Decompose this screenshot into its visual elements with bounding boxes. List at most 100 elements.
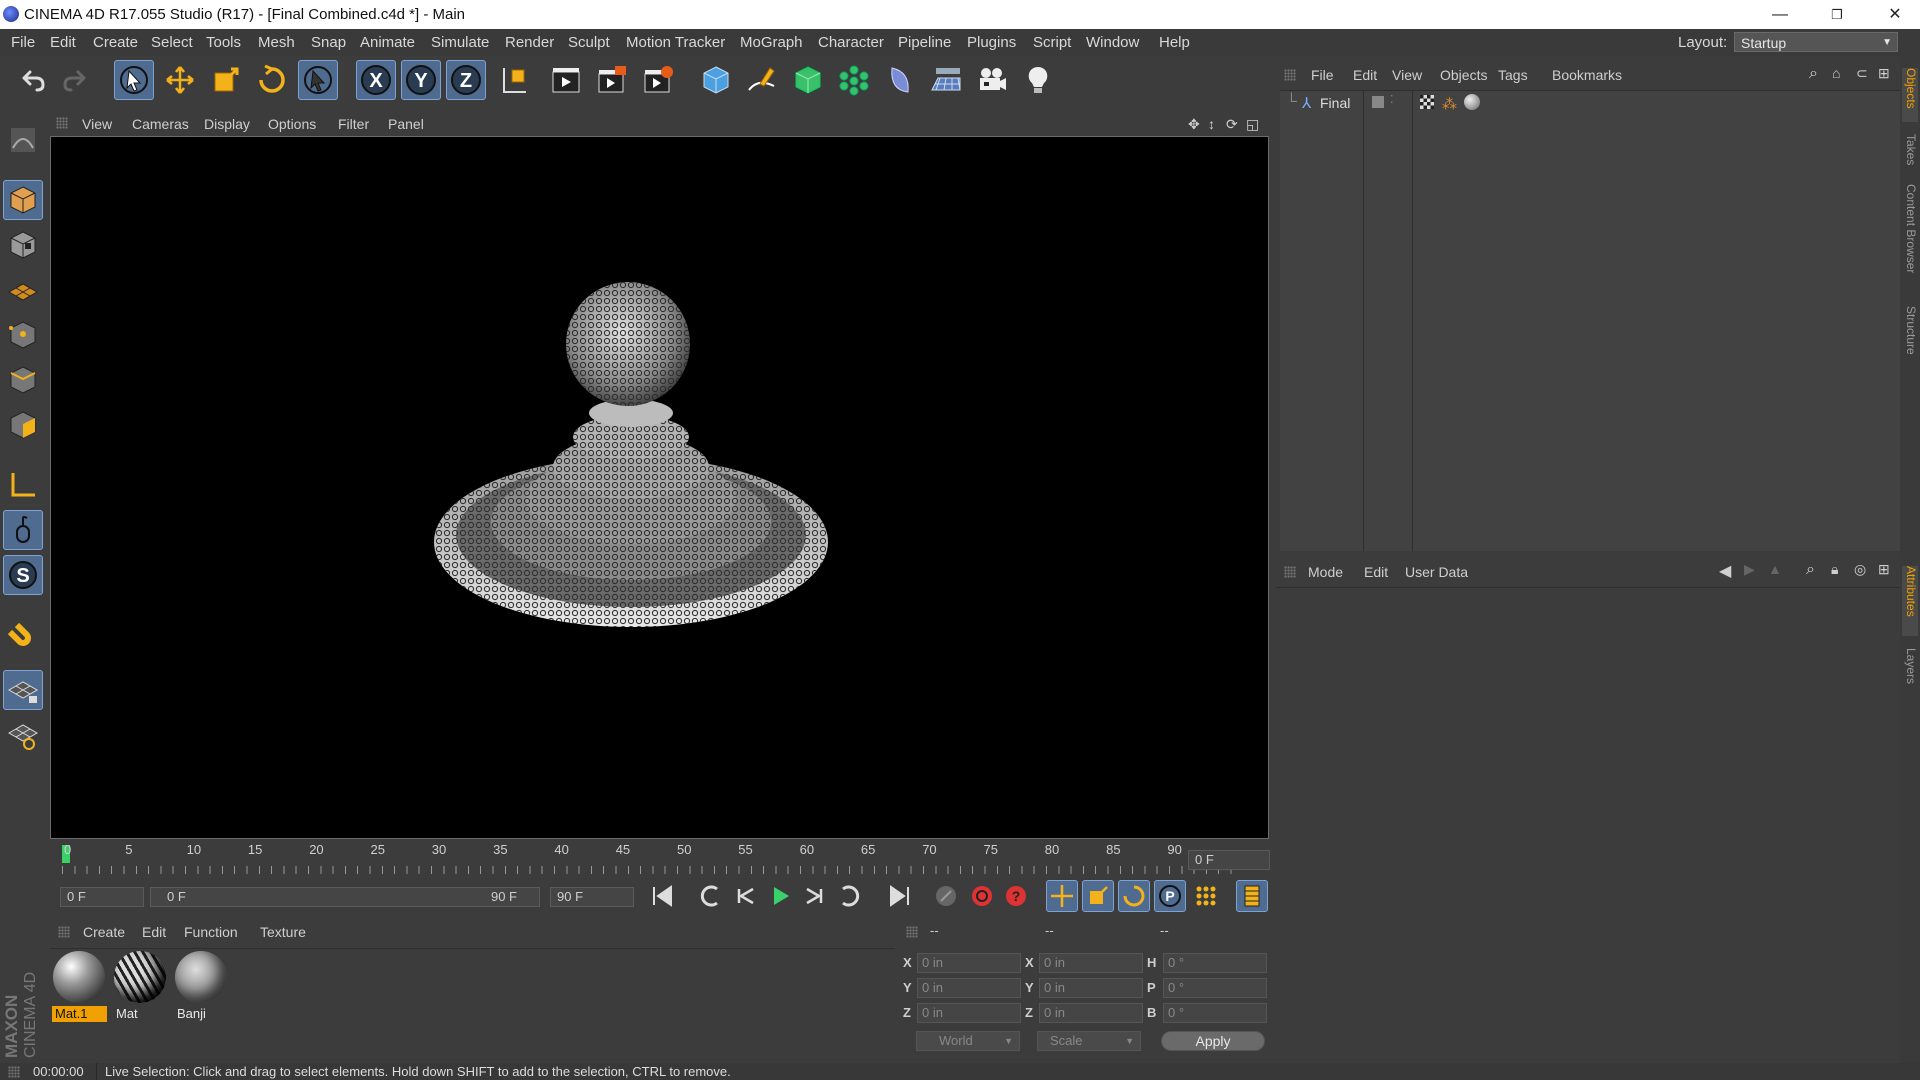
material-tag-icon[interactable]	[1464, 94, 1480, 110]
viewport-pan-icon[interactable]: ✥	[1188, 116, 1200, 133]
viewport-zoom-icon[interactable]: ↕	[1208, 116, 1215, 132]
tab-structure[interactable]: Structure	[1902, 306, 1918, 372]
viewport-menu-filter[interactable]: Filter	[338, 116, 369, 132]
viewport-maximize-icon[interactable]: ◱	[1246, 116, 1259, 133]
texture-mode-icon[interactable]	[3, 225, 43, 265]
panel-grip-icon[interactable]	[56, 117, 68, 129]
mograph-tag-icon[interactable]: ⁂	[1442, 95, 1457, 113]
z-axis-lock-icon[interactable]: Z	[446, 60, 486, 100]
minimize-button[interactable]: —	[1757, 0, 1803, 29]
record-rotation-icon[interactable]	[1118, 880, 1150, 912]
menu-simulate[interactable]: Simulate	[431, 34, 489, 51]
material-swatch-banji[interactable]: Banji	[174, 950, 229, 1022]
polygons-mode-icon[interactable]	[3, 405, 43, 445]
make-editable-icon[interactable]	[3, 120, 43, 160]
menu-plugins[interactable]: Plugins	[967, 34, 1016, 51]
attribute-menu-edit[interactable]: Edit	[1364, 564, 1388, 580]
menu-script[interactable]: Script	[1033, 34, 1071, 51]
subdivision-surface-icon[interactable]	[788, 60, 828, 100]
floor-environment-icon[interactable]	[926, 60, 966, 100]
menu-mograph[interactable]: MoGraph	[740, 34, 803, 51]
editor-render-dots-icon[interactable]: ⁚	[1390, 93, 1394, 106]
previous-frame-icon[interactable]	[730, 880, 762, 912]
menu-edit[interactable]: Edit	[50, 34, 76, 51]
object-menu-objects[interactable]: Objects	[1440, 67, 1487, 83]
go-to-end-icon[interactable]	[884, 880, 916, 912]
go-to-start-icon[interactable]	[646, 880, 678, 912]
start-frame-field[interactable]: 0 F	[60, 887, 144, 907]
material-menu-create[interactable]: Create	[83, 924, 125, 940]
menu-animate[interactable]: Animate	[360, 34, 415, 51]
y-axis-lock-icon[interactable]: Y	[401, 60, 441, 100]
material-menu-edit[interactable]: Edit	[142, 924, 166, 940]
search-icon[interactable]: ⌕	[1809, 65, 1818, 83]
record-parameter-icon[interactable]: P	[1154, 880, 1186, 912]
rotation-h-field[interactable]: 0 °	[1163, 953, 1267, 973]
menu-tools[interactable]: Tools	[206, 34, 241, 51]
link-icon[interactable]: ⊂	[1856, 65, 1868, 82]
coordinate-space-dropdown[interactable]: World ▼	[916, 1031, 1020, 1051]
layer-visibility-icon[interactable]	[1372, 96, 1384, 108]
next-key-icon[interactable]	[834, 880, 866, 912]
size-x-field[interactable]: 0 in	[1039, 953, 1143, 973]
pen-spline-icon[interactable]	[742, 60, 782, 100]
motion-recording-icon[interactable]	[930, 880, 962, 912]
target-icon[interactable]: ◎	[1854, 561, 1866, 578]
menu-snap[interactable]: Snap	[311, 34, 346, 51]
record-scale-icon[interactable]	[1082, 880, 1114, 912]
texture-tag-icon[interactable]	[1420, 95, 1434, 109]
timeline-window-icon[interactable]	[1236, 880, 1268, 912]
viewport-orbit-icon[interactable]: ⟳	[1226, 116, 1238, 133]
viewport-menu-panel[interactable]: Panel	[388, 116, 424, 132]
object-name[interactable]: Final	[1320, 95, 1350, 111]
tweak-mode-icon[interactable]	[3, 510, 43, 550]
attribute-menu-mode[interactable]: Mode	[1308, 564, 1343, 580]
object-menu-edit[interactable]: Edit	[1353, 67, 1377, 83]
play-forward-icon[interactable]	[764, 880, 796, 912]
panel-grip-icon[interactable]	[1284, 566, 1296, 578]
object-row-final[interactable]: └ ⅄ Final ⁚ ⁂	[1280, 93, 1900, 113]
forward-arrow-icon[interactable]: ▶	[1744, 561, 1755, 578]
tab-layers[interactable]: Layers	[1902, 648, 1918, 696]
layout-dropdown[interactable]: Startup ▼	[1734, 32, 1898, 52]
size-y-field[interactable]: 0 in	[1039, 978, 1143, 998]
model-mode-icon[interactable]	[3, 180, 43, 220]
current-frame-field[interactable]: 0 F	[1188, 850, 1270, 870]
rotation-b-field[interactable]: 0 °	[1163, 1003, 1267, 1023]
cube-primitive-icon[interactable]	[696, 60, 736, 100]
material-swatch-mat1[interactable]: Mat.1	[52, 950, 107, 1022]
menu-select[interactable]: Select	[151, 34, 193, 51]
previous-key-icon[interactable]	[694, 880, 726, 912]
material-menu-function[interactable]: Function	[184, 924, 238, 940]
workplane-mode-icon[interactable]	[3, 270, 43, 310]
size-mode-dropdown[interactable]: Scale ▼	[1037, 1031, 1141, 1051]
lock-icon[interactable]: 🔒︎	[1831, 561, 1838, 578]
object-menu-view[interactable]: View	[1392, 67, 1422, 83]
up-arrow-icon[interactable]: ▲	[1768, 561, 1782, 577]
3d-viewport[interactable]	[50, 136, 1269, 839]
search-icon[interactable]: ⌕	[1806, 561, 1815, 579]
new-panel-icon[interactable]: ⊞	[1878, 65, 1890, 82]
menu-file[interactable]: File	[11, 34, 35, 51]
tab-objects[interactable]: Objects	[1902, 68, 1918, 122]
new-panel-icon[interactable]: ⊞	[1878, 561, 1890, 578]
coordinate-system-icon[interactable]	[494, 60, 534, 100]
cloner-icon[interactable]	[834, 60, 874, 100]
object-list[interactable]: └ ⅄ Final ⁚ ⁂	[1280, 90, 1900, 551]
workplane-lock-icon[interactable]	[3, 715, 43, 755]
undo-icon[interactable]	[12, 60, 52, 100]
object-menu-bookmarks[interactable]: Bookmarks	[1552, 67, 1622, 83]
attribute-menu-user-data[interactable]: User Data	[1405, 564, 1468, 580]
menu-sculpt[interactable]: Sculpt	[568, 34, 610, 51]
light-icon[interactable]	[1018, 60, 1058, 100]
record-active-objects-icon[interactable]	[966, 880, 998, 912]
axis-mode-icon[interactable]	[3, 465, 43, 505]
viewport-menu-options[interactable]: Options	[268, 116, 316, 132]
size-z-field[interactable]: 0 in	[1039, 1003, 1143, 1023]
deformer-icon[interactable]	[880, 60, 920, 100]
snap-icon[interactable]	[3, 670, 43, 710]
render-to-picture-viewer-icon[interactable]	[592, 60, 632, 100]
panel-grip-icon[interactable]	[906, 926, 918, 938]
next-frame-icon[interactable]	[798, 880, 830, 912]
back-arrow-icon[interactable]: ◀	[1719, 561, 1731, 581]
